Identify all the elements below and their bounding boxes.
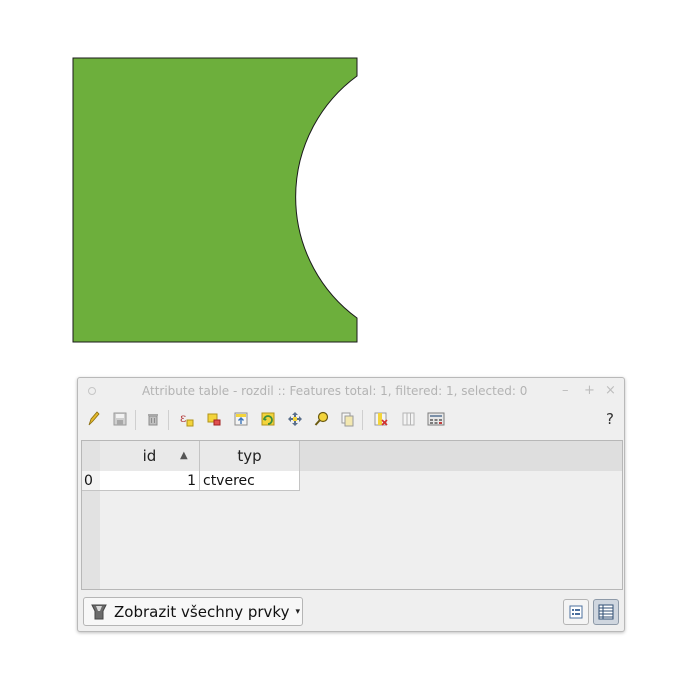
delete-column-button[interactable] xyxy=(370,408,392,430)
help-button[interactable]: ? xyxy=(606,410,614,428)
toolbar: ε ? xyxy=(78,406,624,436)
new-column-button[interactable] xyxy=(398,408,420,430)
maximize-button[interactable]: + xyxy=(584,378,595,404)
toolbar-separator xyxy=(362,410,363,430)
deselect-icon xyxy=(207,413,221,426)
invert-selection-icon xyxy=(261,412,275,426)
column-header-label: typ xyxy=(237,447,262,465)
pencil-icon xyxy=(88,411,100,426)
window-menu-icon[interactable] xyxy=(88,387,96,395)
delete-selected-button[interactable] xyxy=(142,408,164,430)
cell-id[interactable]: 1 xyxy=(100,471,200,491)
form-view-button[interactable] xyxy=(563,599,589,625)
polygon-feature-shape xyxy=(72,57,358,343)
form-view-icon xyxy=(569,605,583,619)
pan-to-selected-icon xyxy=(288,412,302,426)
column-header-label: id xyxy=(142,447,157,465)
select-by-expression-button[interactable]: ε xyxy=(175,408,197,430)
toggle-editing-button[interactable] xyxy=(83,408,105,430)
move-selection-top-button[interactable] xyxy=(230,408,252,430)
title-bar: Attribute table - rozdil :: Features tot… xyxy=(78,378,624,404)
footer: Zobrazit všechny prvky ▾ xyxy=(78,592,624,632)
save-icon xyxy=(113,412,127,426)
delete-column-icon xyxy=(374,412,388,426)
move-selection-top-icon xyxy=(234,412,248,426)
row-header-column xyxy=(82,441,100,589)
row-header[interactable]: 0 xyxy=(82,471,100,491)
square-with-arc-cutout xyxy=(72,57,358,343)
expression-icon: ε xyxy=(180,411,194,427)
field-calculator-icon xyxy=(427,412,445,426)
delete-icon xyxy=(148,414,158,426)
zoom-to-selected-button[interactable] xyxy=(311,408,333,430)
pan-to-selected-button[interactable] xyxy=(284,408,306,430)
attribute-table-window: Attribute table - rozdil :: Features tot… xyxy=(77,377,625,632)
zoom-to-selected-icon xyxy=(314,411,329,426)
copy-rows-button[interactable] xyxy=(336,408,358,430)
column-header-id[interactable]: id ▲ xyxy=(100,441,200,471)
toolbar-separator xyxy=(135,410,136,430)
close-button[interactable]: × xyxy=(605,378,616,404)
copy-icon xyxy=(341,412,354,427)
column-header-typ[interactable]: typ xyxy=(200,441,300,471)
minimize-button[interactable]: – xyxy=(562,378,569,404)
svg-text:ε: ε xyxy=(180,411,186,425)
new-column-icon xyxy=(402,412,415,426)
chevron-down-icon: ▾ xyxy=(295,606,300,617)
deselect-all-button[interactable] xyxy=(203,408,225,430)
toolbar-separator xyxy=(168,410,169,430)
field-calculator-button[interactable] xyxy=(425,408,447,430)
sort-ascending-icon: ▲ xyxy=(180,450,188,461)
feature-filter-label: Zobrazit všechny prvky xyxy=(114,602,290,621)
attribute-table: id ▲ typ 0 1 ctverec xyxy=(81,440,623,590)
table-view-button[interactable] xyxy=(593,599,619,625)
feature-filter-button[interactable]: Zobrazit všechny prvky ▾ xyxy=(83,597,303,626)
table-view-icon xyxy=(598,604,614,620)
filter-icon xyxy=(91,604,107,619)
cell-typ[interactable]: ctverec xyxy=(200,471,300,491)
window-title: Attribute table - rozdil :: Features tot… xyxy=(142,384,528,398)
invert-selection-button[interactable] xyxy=(257,408,279,430)
save-edits-button[interactable] xyxy=(109,408,131,430)
